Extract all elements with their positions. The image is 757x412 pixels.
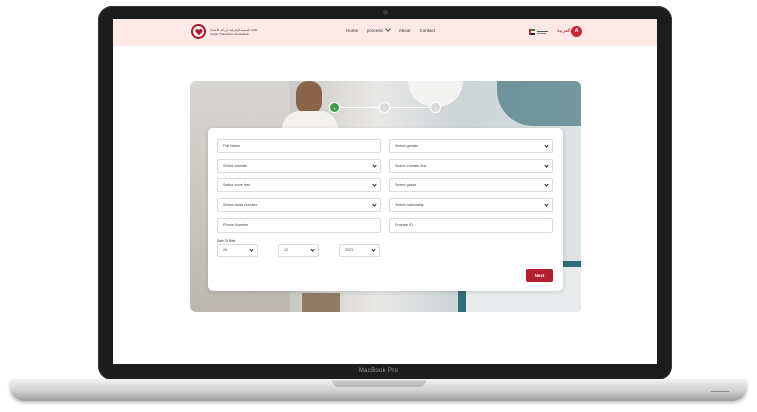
hero-banner: 1 2 3 Full Name Select gender Select emi… bbox=[190, 81, 581, 312]
gender-select-value: Select gender bbox=[395, 144, 419, 148]
nationality-select[interactable]: Select nationality bbox=[389, 198, 553, 212]
step-3[interactable]: 3 bbox=[430, 102, 441, 113]
laptop-device: الجمعية الإماراتية لزراعة الأعضاء UAE Or… bbox=[0, 0, 757, 412]
school-select-value: Select zone first bbox=[223, 183, 251, 187]
date-of-birth-label: Date Of Birth bbox=[217, 239, 236, 243]
grade-select[interactable]: Select grade bbox=[389, 178, 553, 192]
language-toggle[interactable]: العربية bbox=[557, 28, 571, 34]
nav-item-home[interactable]: Home bbox=[346, 28, 358, 33]
school-select[interactable]: Select zone first bbox=[217, 178, 381, 192]
chevron-down-icon bbox=[249, 247, 254, 252]
step-1[interactable]: 1 bbox=[329, 102, 340, 113]
class-number-select[interactable]: Select class number bbox=[217, 198, 381, 212]
phone-number-input[interactable]: Phone Number bbox=[217, 218, 381, 233]
chevron-down-icon bbox=[372, 182, 377, 187]
full-name-input[interactable]: Full Name bbox=[217, 139, 381, 153]
class-number-select-value: Select class number bbox=[223, 203, 258, 207]
emirate-select-value: Select emirate bbox=[223, 164, 248, 168]
logo-text: الجمعية الإماراتية لزراعة الأعضاء UAE Or… bbox=[210, 27, 258, 36]
next-button[interactable]: Next bbox=[526, 269, 553, 282]
government-logo-icon bbox=[529, 29, 548, 35]
hero-teal-shape bbox=[497, 81, 581, 126]
chevron-down-icon bbox=[544, 182, 549, 187]
birth-month-select[interactable]: 12 bbox=[278, 244, 319, 257]
chevron-down-icon bbox=[310, 247, 315, 252]
nav-item-about[interactable]: About bbox=[399, 28, 411, 33]
site-logo[interactable]: الجمعية الإماراتية لزراعة الأعضاء UAE Or… bbox=[191, 24, 258, 39]
chevron-down-icon bbox=[544, 143, 549, 148]
chevron-down-icon bbox=[371, 247, 376, 252]
emirate-id-input[interactable]: Emirate ID bbox=[389, 218, 553, 233]
birth-year-select[interactable]: 2023 bbox=[339, 244, 380, 257]
step-2[interactable]: 2 bbox=[379, 102, 390, 113]
chevron-down-icon bbox=[372, 163, 377, 168]
zone-select-value: Select emirate first bbox=[395, 164, 427, 168]
site-header: الجمعية الإماراتية لزراعة الأعضاء UAE Or… bbox=[113, 19, 657, 46]
nationality-select-value: Select nationality bbox=[395, 203, 424, 207]
laptop-notch bbox=[332, 380, 426, 387]
birth-year-value: 2023 bbox=[345, 248, 353, 252]
grade-select-value: Select grade bbox=[395, 183, 417, 187]
hero-person-head bbox=[296, 81, 322, 115]
birth-day-select[interactable]: 26 bbox=[217, 244, 258, 257]
chevron-down-icon bbox=[544, 163, 549, 168]
user-avatar[interactable]: A bbox=[571, 26, 582, 37]
nav-item-process-label: process bbox=[367, 28, 383, 33]
device-model-label: MacBook Pro bbox=[358, 368, 399, 374]
emirate-select[interactable]: Select emirate bbox=[217, 159, 381, 173]
browser-screen: الجمعية الإماراتية لزراعة الأعضاء UAE Or… bbox=[113, 19, 657, 364]
hero-person-legs bbox=[302, 293, 340, 312]
zone-select[interactable]: Select emirate first bbox=[389, 159, 553, 173]
chevron-down-icon bbox=[384, 26, 391, 32]
nav-item-process[interactable]: process bbox=[367, 26, 391, 33]
registration-form: Full Name Select gender Select emirate S… bbox=[208, 128, 563, 291]
nav-item-contact[interactable]: Contact bbox=[420, 28, 436, 33]
birth-month-value: 12 bbox=[284, 248, 288, 252]
gender-select[interactable]: Select gender bbox=[389, 139, 553, 153]
main-nav: Home process About Contact bbox=[346, 26, 436, 33]
laptop-base-line bbox=[711, 391, 729, 392]
birth-day-value: 26 bbox=[223, 248, 227, 252]
camera-icon bbox=[383, 10, 388, 15]
chevron-down-icon bbox=[544, 202, 549, 207]
chevron-down-icon bbox=[372, 202, 377, 207]
form-stepper: 1 2 3 bbox=[329, 101, 441, 115]
heart-logo-icon bbox=[191, 24, 206, 39]
